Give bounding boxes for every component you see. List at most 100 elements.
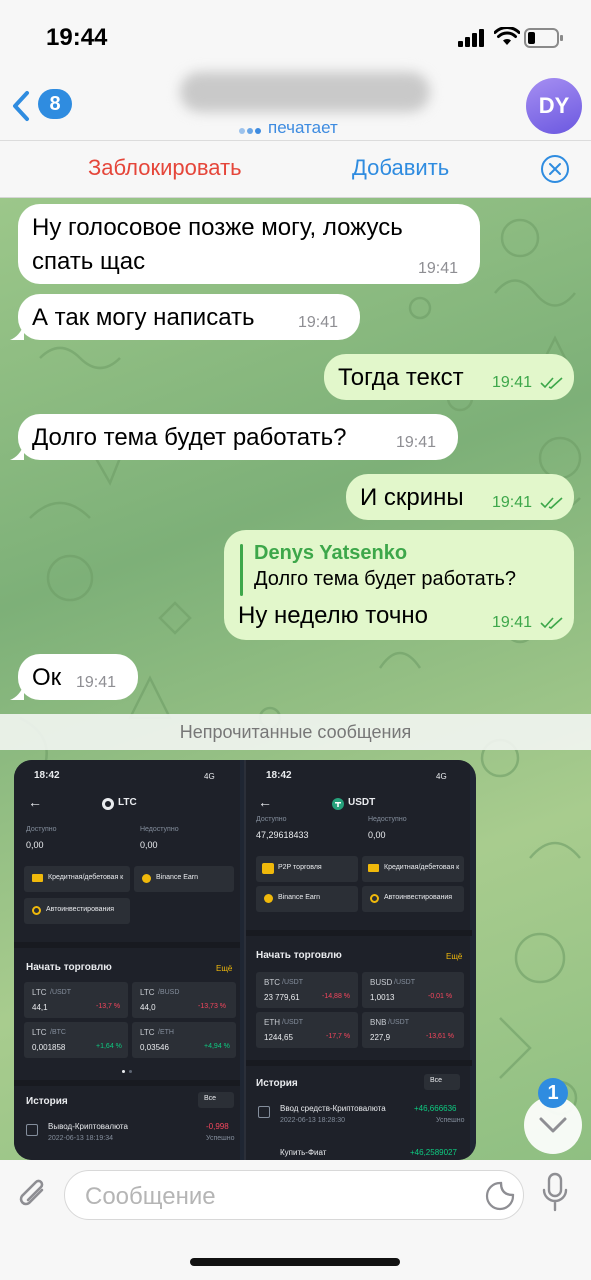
- embedded-menu-label: Автоинвестирования: [46, 906, 115, 913]
- double-check-icon: [540, 497, 563, 509]
- message-text: Ну голосовое позже могу, ложусь: [32, 214, 403, 241]
- message-incoming[interactable]: Ок 19:41: [18, 654, 138, 700]
- reply-author[interactable]: Denys Yatsenko: [254, 542, 407, 565]
- chat-area[interactable]: Ну голосовое позже могу, ложусь спать ща…: [0, 198, 591, 1160]
- message-incoming[interactable]: А так могу написать 19:41: [18, 294, 360, 340]
- message-text: Ну неделю точно: [238, 602, 428, 629]
- embedded-menu-card: Binance Earn: [134, 866, 234, 892]
- message-text: Тогда текст: [338, 364, 464, 391]
- embedded-menu-card: Кредитная/дебетовая к: [362, 856, 464, 882]
- message-text: И скрины: [360, 484, 464, 511]
- bubble-tail: [10, 444, 24, 460]
- typing-dots-icon: [239, 128, 261, 134]
- clock: 19:44: [46, 24, 108, 51]
- embedded-pair-card: LTC /USDT 44,1 -13,7 %: [24, 982, 128, 1018]
- message-outgoing[interactable]: И скрины 19:41: [346, 474, 574, 520]
- embedded-menu-card: Автоинвестирования: [24, 898, 130, 924]
- sticker-icon[interactable]: [485, 1181, 515, 1211]
- message-incoming[interactable]: Долго тема будет работать? 19:41: [18, 414, 458, 460]
- usdt-coin-icon: [332, 798, 344, 810]
- embedded-page-dots: [122, 1070, 134, 1073]
- embedded-pair-card: BTC /USDT 23 779,61 -14,88 %: [256, 972, 358, 1008]
- unknown-contact-actions: Заблокировать Добавить: [0, 140, 591, 198]
- back-button[interactable]: 8: [10, 86, 72, 126]
- embedded-screenshot-usdt: 18:42 4G ← USDT Доступно Недоступно 47,2…: [244, 760, 472, 1160]
- signal-icon: [458, 29, 484, 47]
- paperclip-icon[interactable]: [16, 1174, 50, 1214]
- embedded-pair-card: LTC /ETH 0,03546 +4,94 %: [132, 1022, 236, 1058]
- message-text: спать щас: [32, 248, 146, 275]
- embedded-time: 18:42: [266, 770, 292, 781]
- message-text: Долго тема будет работать?: [32, 424, 347, 451]
- add-contact-button[interactable]: Добавить: [352, 155, 449, 181]
- unread-divider: Непрочитанные сообщения: [0, 714, 591, 750]
- embedded-screenshot-ltc: 18:42 4G ← LTC Доступно Недоступно 0,00 …: [14, 760, 240, 1160]
- embedded-history-icon: [26, 1124, 38, 1136]
- message-text: А так могу написать: [32, 304, 255, 331]
- typing-status: печатает: [268, 118, 338, 137]
- embedded-pair-card: LTC /BTC 0,001858 +1,64 %: [24, 1022, 128, 1058]
- embedded-coin-title: LTC: [118, 797, 137, 808]
- embedded-value: 0,00: [26, 840, 44, 850]
- bubble-tail: [10, 684, 24, 700]
- embedded-pair-card: BNB /USDT 227,9 -13,61 %: [362, 1012, 464, 1048]
- embedded-back-icon: ←: [258, 794, 272, 810]
- embedded-pair-card: BUSD /USDT 1,0013 -0,01 %: [362, 972, 464, 1008]
- close-icon[interactable]: [540, 154, 570, 184]
- embedded-menu-card: Binance Earn: [256, 886, 358, 912]
- message-time: 19:41: [298, 314, 339, 331]
- message-incoming[interactable]: Ну голосовое позже могу, ложусь спать ща…: [18, 204, 480, 284]
- home-indicator: [190, 1258, 400, 1266]
- chevron-left-icon: [13, 91, 29, 121]
- embedded-pair-card: ETH /USDT 1244,65 -17,7 %: [256, 1012, 358, 1048]
- contact-name-redacted[interactable]: [180, 72, 430, 112]
- embedded-label: Доступно: [26, 826, 57, 833]
- embedded-pair-card: LTC /BUSD 44,0 -13,73 %: [132, 982, 236, 1018]
- embedded-network: 4G: [204, 772, 215, 781]
- avatar[interactable]: DY: [526, 78, 582, 134]
- embedded-filter: Все: [424, 1074, 460, 1090]
- double-check-icon: [540, 377, 563, 389]
- message-time: 19:41: [492, 374, 533, 391]
- unread-count-badge: 8: [38, 89, 72, 119]
- embedded-menu-card: Кредитная/дебетовая к: [24, 866, 130, 892]
- message-time: 19:41: [396, 434, 437, 451]
- reply-text[interactable]: Долго тема будет работать?: [254, 568, 516, 591]
- embedded-menu-card: Автоинвестирования: [362, 886, 464, 912]
- double-check-icon: [540, 617, 563, 629]
- microphone-icon[interactable]: [540, 1172, 570, 1214]
- embedded-label: Недоступно: [140, 826, 179, 833]
- message-outgoing[interactable]: Тогда текст 19:41: [324, 354, 574, 400]
- bubble-tail: [10, 324, 24, 340]
- message-placeholder: Сообщение: [85, 1183, 216, 1210]
- message-time: 19:41: [76, 674, 117, 691]
- wifi-icon: [494, 27, 520, 45]
- embedded-back-icon: ←: [28, 794, 42, 810]
- ltc-coin-icon: [102, 798, 114, 810]
- message-time: 19:41: [492, 614, 533, 631]
- embedded-menu-card: P2P торговля: [256, 856, 358, 882]
- new-messages-badge: 1: [538, 1078, 568, 1108]
- message-outgoing-reply[interactable]: Denys Yatsenko Долго тема будет работать…: [224, 530, 574, 640]
- photo-message[interactable]: 18:42 4G ← LTC Доступно Недоступно 0,00 …: [14, 760, 476, 1160]
- reply-quote-bar: [240, 544, 243, 596]
- embedded-value: 0,00: [140, 840, 158, 850]
- block-button[interactable]: Заблокировать: [88, 155, 242, 181]
- embedded-menu-label: Кредитная/дебетовая к: [48, 874, 124, 881]
- embedded-time: 18:42: [34, 770, 60, 781]
- battery-icon: [524, 28, 563, 48]
- embedded-section-title: Начать торговлю: [26, 962, 112, 973]
- embedded-coin-title: USDT: [348, 797, 376, 808]
- message-input-bar: Сообщение: [0, 1160, 591, 1280]
- message-time: 19:41: [492, 494, 533, 511]
- message-input[interactable]: Сообщение: [64, 1170, 524, 1220]
- chevron-down-icon: [539, 1117, 567, 1133]
- embedded-filter: Все: [198, 1092, 234, 1108]
- embedded-more-link: Ещё: [216, 964, 233, 973]
- embedded-network: 4G: [436, 772, 447, 781]
- embedded-menu-label: Binance Earn: [156, 874, 199, 881]
- embedded-section-title: История: [26, 1096, 68, 1107]
- embedded-history-icon: [258, 1106, 270, 1118]
- message-time: 19:41: [418, 260, 459, 277]
- chat-header: 8 печатает DY: [0, 68, 591, 140]
